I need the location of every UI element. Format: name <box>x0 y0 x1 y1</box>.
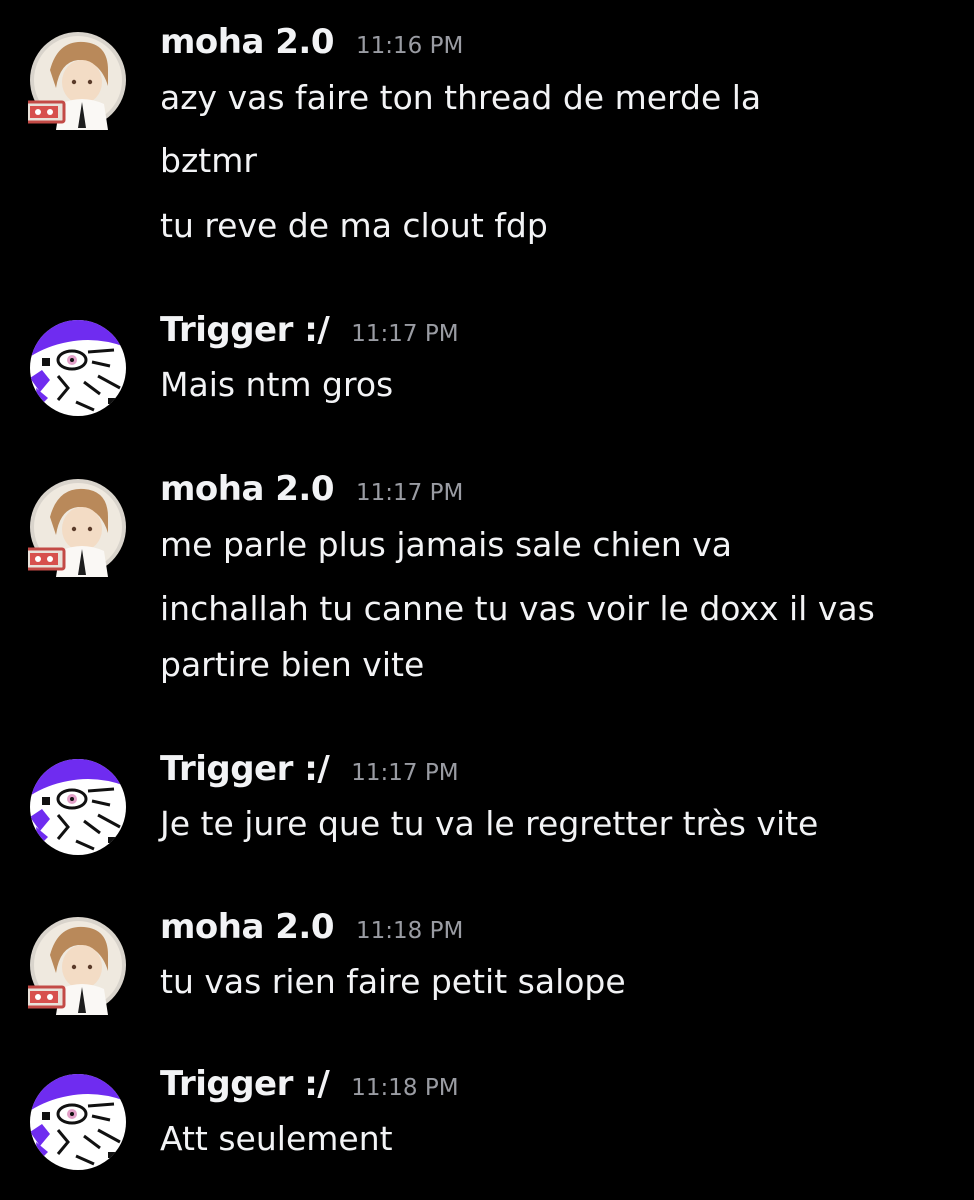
username[interactable]: Trigger :/ <box>160 749 330 789</box>
message-header: moha 2.0 11:17 PM <box>160 469 463 515</box>
username[interactable]: Trigger :/ <box>160 1064 330 1104</box>
message-text: bztmr <box>160 141 257 180</box>
message-text: me parle plus jamais sale chien va <box>160 525 733 564</box>
message-header: moha 2.0 11:18 PM <box>160 907 463 953</box>
message-header: Trigger :/ 11:17 PM <box>160 749 459 795</box>
message-text: partire bien vite <box>160 645 425 684</box>
message-header: Trigger :/ 11:18 PM <box>160 1064 459 1110</box>
trigger-avatar-icon[interactable] <box>28 318 128 418</box>
username[interactable]: moha 2.0 <box>160 907 335 947</box>
message-header: moha 2.0 11:16 PM <box>160 22 463 68</box>
moha-avatar-icon[interactable] <box>28 30 128 130</box>
message-text: Mais ntm gros <box>160 365 394 404</box>
message-text: azy vas faire ton thread de merde la <box>160 78 762 117</box>
username[interactable]: Trigger :/ <box>160 310 330 350</box>
timestamp[interactable]: 11:17 PM <box>356 480 463 506</box>
trigger-avatar-icon[interactable] <box>28 1072 128 1172</box>
username[interactable]: moha 2.0 <box>160 469 335 509</box>
timestamp[interactable]: 11:16 PM <box>356 33 463 59</box>
message-text: tu vas rien faire petit salope <box>160 962 626 1001</box>
username[interactable]: moha 2.0 <box>160 22 335 62</box>
trigger-avatar-icon[interactable] <box>28 757 128 857</box>
message-header: Trigger :/ 11:17 PM <box>160 310 459 356</box>
timestamp[interactable]: 11:18 PM <box>356 918 463 944</box>
message-text: Je te jure que tu va le regretter très v… <box>160 804 819 843</box>
message-text: tu reve de ma clout fdp <box>160 206 548 245</box>
moha-avatar-icon[interactable] <box>28 477 128 577</box>
moha-avatar-icon[interactable] <box>28 915 128 1015</box>
chat-messages: moha 2.0 11:16 PM azy vas faire ton thre… <box>0 0 974 1200</box>
message-text: inchallah tu canne tu vas voir le doxx i… <box>160 589 875 628</box>
timestamp[interactable]: 11:17 PM <box>351 760 458 786</box>
timestamp[interactable]: 11:17 PM <box>351 321 458 347</box>
message-text: Att seulement <box>160 1119 393 1158</box>
timestamp[interactable]: 11:18 PM <box>351 1075 458 1101</box>
